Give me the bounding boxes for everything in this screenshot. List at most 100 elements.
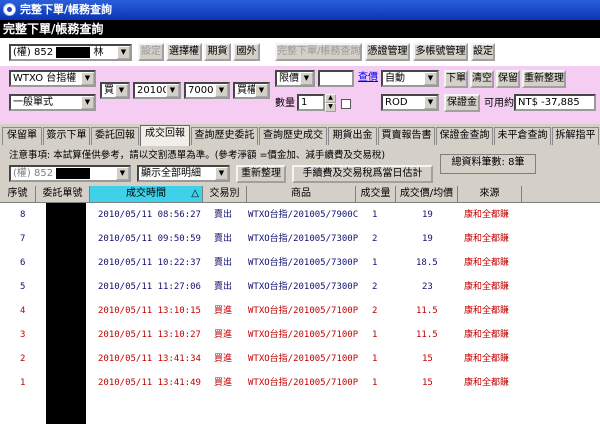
quantity-input[interactable]: 1 [297, 94, 325, 111]
cell-seq: 6 [20, 258, 26, 268]
cell-product: WTXO台指/201005/7900C [248, 210, 359, 220]
certificate-button[interactable]: 憑證管理 [365, 43, 410, 61]
col-header-seq[interactable]: 序號 [0, 186, 36, 202]
table-row[interactable]: 3 2010/05/11 13:10:27 買進 WTXO台指/201005/7… [0, 323, 600, 347]
product-select[interactable]: WTXO 台指權 ▼ [9, 70, 96, 87]
cell-qty: 1 [372, 258, 378, 268]
order-kind-select[interactable]: 一般單式 ▼ [9, 94, 96, 111]
price-type-value: 限價 [279, 73, 299, 84]
col-header-price[interactable]: 成交價/均價 [396, 186, 458, 202]
full-order-button[interactable]: 完整下單/帳務查詢 [275, 43, 362, 61]
option-type-select[interactable]: 買權 ▼ [233, 82, 270, 99]
chevron-down-icon[interactable]: ▼ [424, 96, 437, 109]
cell-time: 2010/05/11 08:56:27 [98, 210, 201, 220]
tab-split-close[interactable]: 拆解指平 [552, 127, 599, 145]
tab-sign-order[interactable]: 簽示下單 [43, 127, 90, 145]
cell-time: 2010/05/11 13:41:49 [98, 378, 201, 388]
cell-price: 11.5 [416, 306, 438, 316]
tab-reserved-orders[interactable]: 保留單 [2, 127, 42, 145]
tab-open-positions[interactable]: 未平倉查詢 [494, 127, 551, 145]
col-header-qty[interactable]: 成交量 [356, 186, 396, 202]
display-mode-select[interactable]: 顯示全部明細 ▼ [137, 165, 230, 182]
cell-product: WTXO台指/201005/7300P [248, 258, 359, 268]
order-number-mask [46, 203, 86, 424]
clear-button[interactable]: 清空 [470, 70, 494, 88]
cell-time: 2010/05/11 13:10:27 [98, 330, 201, 340]
tab-order-report[interactable]: 委託回報 [91, 127, 139, 145]
table-row[interactable]: 1 2010/05/11 13:41:49 買進 WTXO台指/201005/7… [0, 371, 600, 395]
chevron-down-icon[interactable]: ▼ [166, 84, 179, 97]
tab-trade-statement[interactable]: 買賣報告書 [378, 127, 435, 145]
table-row[interactable]: 5 2010/05/11 11:27:06 賣出 WTXO台指/201005/7… [0, 275, 600, 299]
overseas-button[interactable]: 國外 [233, 43, 260, 61]
reset-button[interactable]: 重新整理 [522, 70, 566, 88]
condition-select[interactable]: ROD ▼ [381, 94, 439, 111]
fee-estimate-button[interactable]: 手續費及交易稅爲當日估計 [292, 165, 433, 183]
chevron-down-icon[interactable]: ▼ [81, 72, 94, 85]
order-panel: WTXO 台指權 ▼ 買 ▼ 201005 ▼ 7000 ▼ 買權 ▼ 限價 ▼… [0, 66, 600, 124]
quantity-up-icon[interactable]: ▲ [325, 94, 336, 103]
cell-source: 康和全都賺 [464, 306, 510, 316]
cell-qty: 1 [372, 354, 378, 364]
cell-time: 2010/05/11 09:50:59 [98, 234, 201, 244]
tab-futures-withdraw[interactable]: 期貨出金 [328, 127, 377, 145]
chevron-down-icon[interactable]: ▼ [255, 84, 268, 97]
tab-history-trades[interactable]: 查詢歷史成交 [259, 127, 327, 145]
cell-source: 康和全都賺 [464, 330, 510, 340]
cell-source: 康和全都賺 [464, 378, 510, 388]
chevron-down-icon[interactable]: ▼ [215, 167, 228, 180]
tab-history-orders[interactable]: 查詢歷史委託 [191, 127, 258, 145]
cell-side: 賣出 [214, 210, 233, 220]
account-toolbar: (權) 852 林 ▼ 設定 選擇權 期貨 國外 完整下單/帳務查詢 憑證管理 … [0, 38, 600, 66]
config-button[interactable]: 設定 [471, 43, 495, 61]
auto-select[interactable]: 自動 ▼ [381, 70, 439, 87]
cell-product: WTXO台指/201005/7300P [248, 282, 359, 292]
cell-source: 康和全都賺 [464, 354, 510, 364]
table-row[interactable]: 8 2010/05/11 08:56:27 賣出 WTXO台指/201005/7… [0, 203, 600, 227]
notes-area: 注意事項: 本試算僅供參考，請以交割憑單為準。(參考淨額 =價金加、減手續費及交… [0, 146, 600, 186]
strike-select[interactable]: 7000 ▼ [184, 82, 230, 99]
account-select[interactable]: (權) 852 林 ▼ [9, 44, 132, 61]
margin-button[interactable]: 保證金 [444, 94, 480, 112]
col-header-side[interactable]: 交易別 [203, 186, 247, 202]
chevron-down-icon[interactable]: ▼ [81, 96, 94, 109]
col-header-trade-time[interactable]: 成交時間 △ [90, 186, 203, 202]
side-select[interactable]: 買 ▼ [100, 82, 130, 99]
col-header-product[interactable]: 商品 [247, 186, 356, 202]
month-select[interactable]: 201005 ▼ [133, 82, 181, 99]
futures-button[interactable]: 期貨 [204, 43, 231, 61]
query-price-link[interactable]: 查價 [358, 71, 378, 85]
page-title: 完整下單/帳務查詢 [3, 22, 104, 36]
total-records-label: 總資料筆數: [451, 157, 505, 168]
options-button[interactable]: 選擇權 [166, 43, 202, 61]
sort-triangle-icon: △ [191, 188, 199, 199]
chevron-down-icon[interactable]: ▼ [115, 84, 128, 97]
tab-margin-query[interactable]: 保證金查詢 [436, 127, 493, 145]
quantity-checkbox[interactable] [341, 99, 351, 109]
multi-account-button[interactable]: 多帳號管理 [413, 43, 468, 61]
table-row[interactable]: 7 2010/05/11 09:50:59 賣出 WTXO台指/201005/7… [0, 227, 600, 251]
price-type-select[interactable]: 限價 ▼ [275, 70, 315, 87]
cell-seq: 4 [20, 306, 26, 316]
cell-price: 15 [422, 378, 433, 388]
table-row[interactable]: 4 2010/05/11 13:10:15 買進 WTXO台指/201005/7… [0, 299, 600, 323]
refresh-button[interactable]: 重新整理 [236, 165, 286, 183]
tab-trade-report[interactable]: 成交回報 [140, 125, 190, 146]
chevron-down-icon[interactable]: ▼ [116, 167, 129, 180]
settings-button-disabled[interactable]: 設定 [138, 43, 164, 61]
cell-seq: 7 [20, 234, 26, 244]
quantity-down-icon[interactable]: ▼ [325, 103, 336, 112]
col-header-order-no[interactable]: 委託單號 [36, 186, 90, 202]
chevron-down-icon[interactable]: ▼ [215, 84, 228, 97]
total-records: 總資料筆數: 8筆 [440, 154, 536, 174]
keep-button[interactable]: 保留 [496, 70, 520, 88]
table-row[interactable]: 6 2010/05/11 10:22:37 賣出 WTXO台指/201005/7… [0, 251, 600, 275]
chevron-down-icon[interactable]: ▼ [424, 72, 437, 85]
col-header-source[interactable]: 來源 [458, 186, 522, 202]
price-input[interactable] [318, 70, 354, 87]
chevron-down-icon[interactable]: ▼ [300, 72, 313, 85]
trade-account-select[interactable]: (權) 852 ▼ [9, 165, 131, 182]
table-row[interactable]: 2 2010/05/11 13:41:34 買進 WTXO台指/201005/7… [0, 347, 600, 371]
place-order-button[interactable]: 下單 [444, 70, 468, 88]
chevron-down-icon[interactable]: ▼ [117, 46, 130, 59]
